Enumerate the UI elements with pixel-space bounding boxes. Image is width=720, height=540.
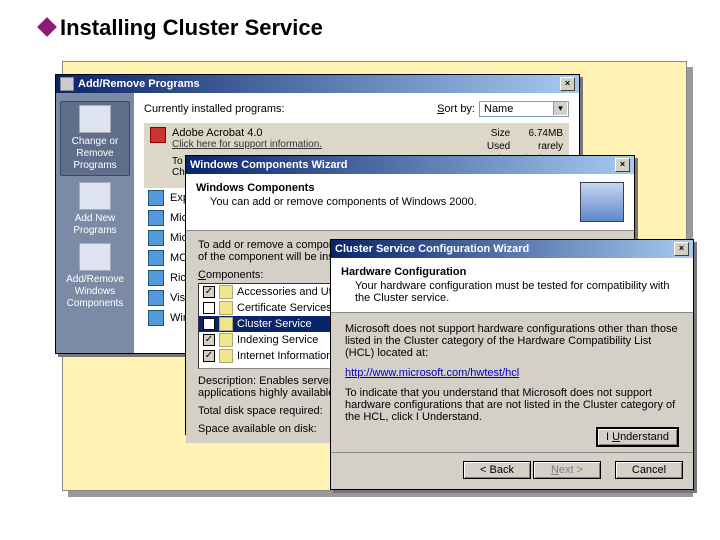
- program-name: Adobe Acrobat 4.0: [172, 127, 455, 139]
- wcw-titlebar[interactable]: Windows Components Wizard ×: [186, 156, 634, 174]
- index-icon: [219, 333, 233, 347]
- app-icon: [148, 290, 164, 306]
- checkbox-icon[interactable]: [203, 318, 215, 330]
- sidebar-add-new[interactable]: Add New Programs: [60, 182, 130, 237]
- ccw-titlebar[interactable]: Cluster Service Configuration Wizard ×: [331, 240, 693, 258]
- wcw-header: Windows Components You can add or remove…: [186, 174, 634, 231]
- app-icon: [148, 210, 164, 226]
- checkbox-icon[interactable]: [203, 334, 215, 346]
- back-button[interactable]: < Back: [463, 461, 531, 479]
- bullet-icon: [37, 17, 57, 37]
- i-understand-button[interactable]: I Understand: [596, 427, 679, 447]
- ccw-header: Hardware Configuration Your hardware con…: [331, 258, 693, 313]
- wcw-head-sub: You can add or remove components of Wind…: [210, 196, 580, 208]
- support-link[interactable]: Click here for support information.: [172, 139, 455, 150]
- sort-by-combo[interactable]: Name: [479, 101, 569, 117]
- app-icon: [148, 190, 164, 206]
- components-icon: [79, 243, 111, 271]
- sort-by-label: Sort by:: [437, 103, 475, 115]
- app-icon: [148, 250, 164, 266]
- arp-title-icon: [60, 77, 74, 91]
- ccw-button-row: < Back Next > Cancel: [331, 452, 693, 489]
- cluster-icon: [219, 317, 233, 331]
- checkbox-icon[interactable]: [203, 286, 215, 298]
- next-button: Next >: [533, 461, 601, 479]
- close-icon[interactable]: ×: [674, 242, 689, 256]
- cert-icon: [219, 301, 233, 315]
- acrobat-icon: [150, 127, 166, 143]
- app-icon: [148, 310, 164, 326]
- ccw-head-sub: Your hardware configuration must be test…: [355, 280, 683, 304]
- iis-icon: [219, 349, 233, 363]
- slide-title: Installing Cluster Service: [60, 15, 323, 41]
- cluster-config-wizard: Cluster Service Configuration Wizard × H…: [330, 239, 694, 490]
- app-icon: [148, 270, 164, 286]
- wizard-art-icon: [580, 182, 624, 222]
- sidebar-change-remove[interactable]: Change or Remove Programs: [60, 101, 130, 176]
- wcw-title-text: Windows Components Wizard: [190, 159, 347, 171]
- checkbox-icon[interactable]: [203, 302, 215, 314]
- close-icon[interactable]: ×: [615, 158, 630, 172]
- arp-title-text: Add/Remove Programs: [78, 78, 200, 90]
- arp-titlebar[interactable]: Add/Remove Programs ×: [56, 75, 579, 93]
- cd-icon: [79, 182, 111, 210]
- ccw-p1: Microsoft does not support hardware conf…: [345, 323, 679, 359]
- app-icon: [148, 230, 164, 246]
- close-icon[interactable]: ×: [560, 77, 575, 91]
- hcl-link[interactable]: http://www.microsoft.com/hwtest/hcl: [345, 367, 519, 379]
- wcw-head-title: Windows Components: [196, 182, 580, 194]
- folder-icon: [219, 285, 233, 299]
- arp-sidebar: Change or Remove Programs Add New Progra…: [56, 93, 134, 353]
- checkbox-icon[interactable]: [203, 350, 215, 362]
- ccw-p2: To indicate that you understand that Mic…: [345, 387, 679, 423]
- ccw-title-text: Cluster Service Configuration Wizard: [335, 243, 529, 255]
- cancel-button[interactable]: Cancel: [615, 461, 683, 479]
- sidebar-windows-components[interactable]: Add/Remove Windows Components: [60, 243, 130, 310]
- ccw-head-title: Hardware Configuration: [341, 266, 683, 278]
- box-icon: [79, 105, 111, 133]
- currently-installed-label: Currently installed programs:: [144, 103, 437, 115]
